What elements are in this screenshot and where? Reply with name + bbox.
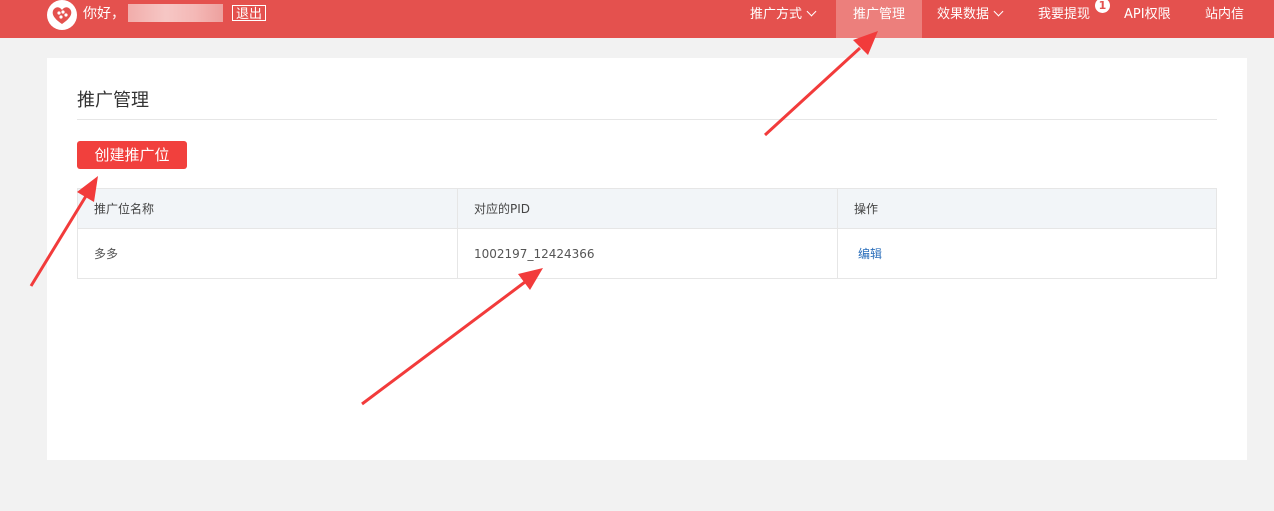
greeting-text: 你好， — [83, 6, 125, 22]
chevron-down-icon — [993, 6, 1004, 17]
column-header: 操作 — [837, 188, 1217, 229]
nav-label: 站内信 — [1205, 7, 1245, 22]
masked-username — [128, 4, 223, 22]
promo-slot-name: 多多 — [77, 228, 458, 279]
logout-button[interactable]: 退出 — [232, 5, 267, 21]
nav-api-permission[interactable]: API权限 — [1124, 0, 1171, 30]
top-bar: 你好， 退出 推广方式 推广管理 效果数据 我要提现 1 API权限 站内信 — [0, 0, 1274, 38]
nav-effect-data[interactable]: 效果数据 — [937, 0, 1004, 30]
action-cell: 编辑 — [837, 228, 1217, 279]
nav-label: 我要提现 — [1038, 7, 1091, 22]
promo-slot-table: 推广位名称 对应的PID 操作 多多 1002197_12424366 编辑 — [77, 188, 1217, 279]
promo-slot-pid: 1002197_12424366 — [457, 228, 838, 279]
column-header: 推广位名称 — [77, 188, 458, 229]
nav-inbox[interactable]: 站内信 — [1205, 0, 1244, 30]
nav-label: API权限 — [1124, 7, 1171, 22]
table-header-row: 推广位名称 对应的PID 操作 — [77, 188, 1217, 229]
notification-badge: 1 — [1095, 0, 1110, 13]
column-header: 对应的PID — [457, 188, 838, 229]
divider — [77, 119, 1217, 120]
main-card: 推广管理 创建推广位 推广位名称 对应的PID 操作 多多 1002197_12… — [47, 58, 1247, 460]
nav-label: 推广管理 — [852, 7, 905, 22]
table-row: 多多 1002197_12424366 编辑 — [77, 228, 1217, 279]
edit-link[interactable]: 编辑 — [858, 247, 882, 261]
nav-promo-management[interactable]: 推广管理 — [836, 0, 922, 38]
chevron-down-icon — [806, 6, 817, 17]
nav-withdraw[interactable]: 我要提现 — [1038, 0, 1090, 30]
page-title: 推广管理 — [77, 90, 149, 111]
nav-label: 推广方式 — [750, 7, 803, 22]
pinduoduo-logo-icon[interactable] — [47, 0, 77, 30]
nav-promo-methods[interactable]: 推广方式 — [750, 0, 817, 30]
nav-label: 效果数据 — [937, 7, 990, 22]
create-promo-slot-button[interactable]: 创建推广位 — [77, 141, 187, 169]
